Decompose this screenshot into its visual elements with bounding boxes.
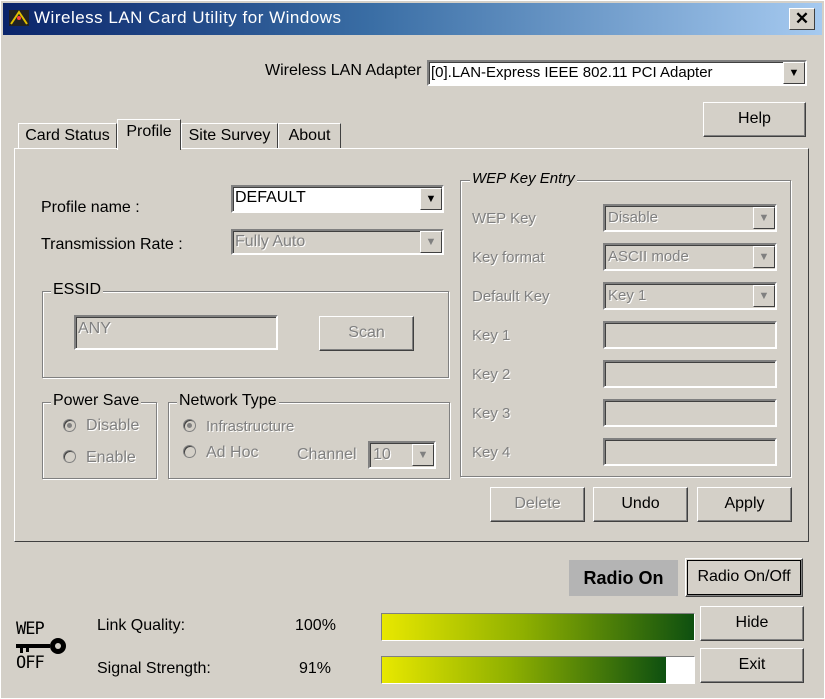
- key-3-label: Key 3: [472, 405, 511, 422]
- link-quality-value: 100%: [295, 617, 336, 634]
- essid-input-value: ANY: [78, 320, 111, 337]
- link-quality-bar: [381, 613, 695, 641]
- key-3-input[interactable]: [603, 399, 777, 427]
- hide-button[interactable]: Hide: [700, 606, 804, 641]
- wep-badge-text: WEP: [16, 619, 45, 639]
- power-save-enable-label: Enable: [86, 449, 136, 466]
- chevron-down-icon[interactable]: ▼: [420, 231, 442, 253]
- power-save-disable-label: Disable: [86, 417, 140, 434]
- link-quality-bar-fill: [382, 614, 694, 640]
- key-format-select[interactable]: ASCII mode ▼: [603, 243, 777, 271]
- adapter-select[interactable]: [0].LAN-Express IEEE 802.11 PCI Adapter …: [427, 60, 807, 86]
- transmission-rate-value: Fully Auto: [235, 233, 306, 250]
- power-save-title: Power Save: [51, 392, 142, 410]
- key-format-label: Key format: [472, 249, 545, 266]
- wep-key-value: Disable: [608, 209, 659, 226]
- key-1-input[interactable]: [603, 321, 777, 349]
- transmission-rate-label: Transmission Rate :: [41, 236, 183, 253]
- wep-key-label: WEP Key: [472, 210, 536, 227]
- radio-toggle-button[interactable]: Radio On/Off: [685, 558, 803, 597]
- key-2-label: Key 2: [472, 366, 511, 383]
- exit-button[interactable]: Exit: [700, 648, 804, 683]
- transmission-rate-select[interactable]: Fully Auto ▼: [231, 229, 444, 255]
- apply-button[interactable]: Apply: [697, 487, 792, 522]
- signal-strength-label: Signal Strength:: [97, 660, 211, 677]
- wep-key-entry-title: WEP Key Entry: [470, 170, 577, 187]
- default-key-value: Key 1: [608, 287, 647, 304]
- window-title: Wireless LAN Card Utility for Windows: [34, 8, 342, 27]
- adhoc-radio[interactable]: [183, 445, 196, 458]
- adapter-select-value: [0].LAN-Express IEEE 802.11 PCI Adapter: [431, 64, 713, 81]
- power-save-enable-radio[interactable]: [63, 450, 76, 463]
- chevron-down-icon[interactable]: ▼: [753, 285, 775, 307]
- chevron-down-icon[interactable]: ▼: [753, 207, 775, 229]
- essid-group-title: ESSID: [51, 281, 104, 299]
- profile-panel: Profile name : DEFAULT ▼ Transmission Ra…: [14, 148, 809, 542]
- wep-status-badge: WEP OFF: [14, 617, 70, 673]
- default-key-label: Default Key: [472, 288, 550, 305]
- key-4-label: Key 4: [472, 444, 511, 461]
- help-button[interactable]: Help: [703, 102, 806, 137]
- key-format-value: ASCII mode: [608, 248, 689, 265]
- signal-strength-bar: [381, 656, 695, 684]
- default-key-select[interactable]: Key 1 ▼: [603, 282, 777, 310]
- chevron-down-icon[interactable]: ▼: [783, 62, 805, 84]
- signal-strength-bar-fill: [382, 657, 666, 683]
- close-icon: ✕: [794, 9, 810, 28]
- undo-button[interactable]: Undo: [593, 487, 688, 522]
- link-quality-label: Link Quality:: [97, 617, 186, 634]
- scan-button[interactable]: Scan: [319, 316, 414, 351]
- wep-off-text: OFF: [16, 653, 45, 673]
- profile-name-select[interactable]: DEFAULT ▼: [231, 185, 444, 213]
- key-4-input[interactable]: [603, 438, 777, 466]
- network-type-title: Network Type: [177, 392, 279, 410]
- channel-select[interactable]: 10 ▼: [368, 441, 436, 469]
- profile-name-value: DEFAULT: [235, 189, 306, 206]
- channel-label: Channel: [297, 446, 357, 463]
- power-save-group: [42, 402, 157, 479]
- essid-input[interactable]: ANY: [74, 315, 278, 350]
- profile-name-label: Profile name :: [41, 199, 140, 216]
- power-save-disable-radio[interactable]: [63, 419, 76, 432]
- infrastructure-radio[interactable]: [183, 419, 196, 432]
- chevron-down-icon[interactable]: ▼: [412, 444, 434, 466]
- adhoc-label: Ad Hoc: [206, 444, 259, 461]
- tab-profile[interactable]: Profile: [117, 119, 181, 150]
- infrastructure-label: Infrastructure: [206, 418, 295, 435]
- close-button[interactable]: ✕: [789, 8, 815, 30]
- tab-about[interactable]: About: [278, 123, 341, 150]
- chevron-down-icon[interactable]: ▼: [420, 188, 442, 210]
- channel-value: 10: [373, 446, 391, 463]
- network-app-icon: [9, 10, 29, 26]
- key-1-label: Key 1: [472, 327, 511, 344]
- chevron-down-icon[interactable]: ▼: [753, 246, 775, 268]
- signal-strength-value: 91%: [299, 660, 332, 677]
- tab-card-status[interactable]: Card Status: [18, 123, 117, 150]
- key-2-input[interactable]: [603, 360, 777, 388]
- delete-button[interactable]: Delete: [490, 487, 585, 522]
- adapter-label: Wireless LAN Adapter: [265, 62, 422, 79]
- radio-status-label: Radio On: [569, 560, 678, 596]
- tab-site-survey[interactable]: Site Survey: [181, 123, 278, 150]
- wep-key-select[interactable]: Disable ▼: [603, 204, 777, 232]
